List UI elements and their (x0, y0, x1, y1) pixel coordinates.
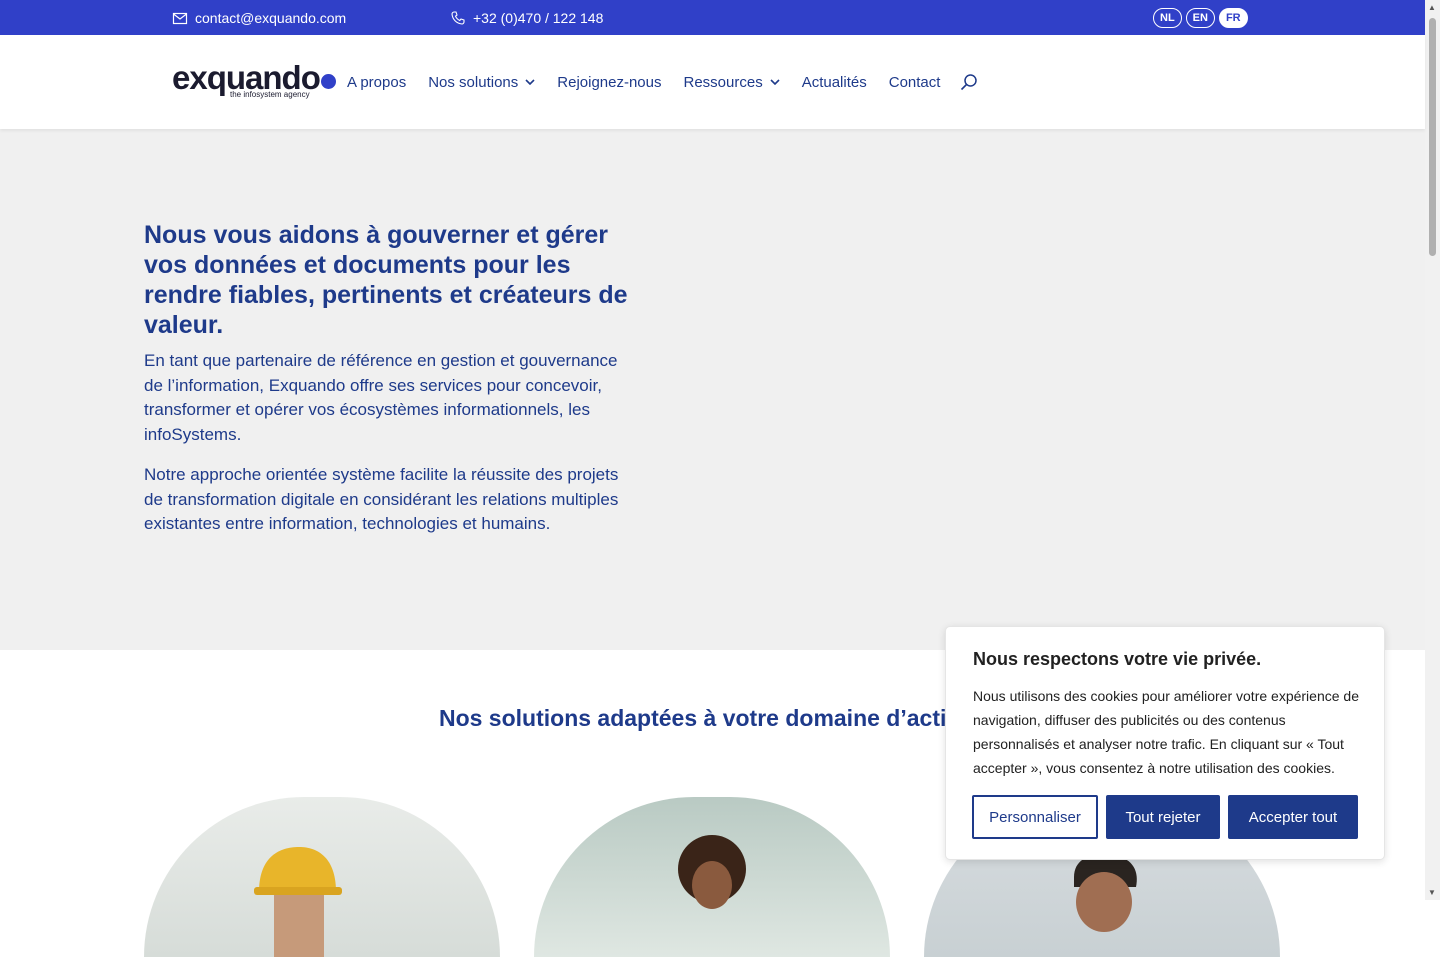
site-header: exquando the infosystem agency A propos … (0, 35, 1425, 129)
nav-label: A propos (347, 73, 407, 91)
nav-label: Rejoignez-nous (557, 73, 662, 91)
nav-label: Actualités (801, 73, 867, 91)
worker-photo (254, 847, 342, 957)
phone-icon (451, 10, 465, 25)
chevron-down-icon (525, 79, 535, 85)
nav-label: Ressources (683, 73, 763, 91)
cookie-title: Nous respectons votre vie privée. (973, 649, 1262, 669)
scroll-down-arrow[interactable]: ▼ (1428, 888, 1436, 897)
search-icon[interactable] (960, 73, 978, 91)
email-link[interactable]: contact@exquando.com (172, 0, 346, 35)
nav-item-rejoignez-nous[interactable]: Rejoignez-nous (557, 74, 661, 91)
email-icon (172, 12, 188, 24)
nav-item-a-propos[interactable]: A propos (347, 74, 406, 91)
language-switcher: NL EN FR (1153, 8, 1248, 28)
nav-item-ressources[interactable]: Ressources (684, 74, 780, 91)
main-nav: A propos Nos solutions Rejoignez-nous Re… (347, 35, 978, 129)
accept-all-button[interactable]: Accepter tout (1228, 795, 1358, 839)
woman-photo (678, 835, 746, 909)
lang-nl[interactable]: NL (1153, 8, 1182, 28)
nav-label: Nos solutions (428, 73, 519, 91)
logo-tagline: the infosystem agency (230, 90, 310, 99)
logo[interactable]: exquando the infosystem agency (172, 61, 336, 99)
customize-button[interactable]: Personnaliser (972, 795, 1098, 839)
chevron-down-icon (770, 79, 780, 85)
hero-paragraph-1: En tant que partenaire de référence en g… (144, 351, 618, 444)
solution-card-business[interactable] (534, 797, 890, 957)
lang-en[interactable]: EN (1185, 8, 1215, 28)
logo-dot (320, 74, 336, 89)
top-bar: contact@exquando.com +32 (0)470 / 122 14… (0, 0, 1425, 35)
hero-paragraph-2: Notre approche orientée système facilite… (144, 465, 619, 533)
page-scrollbar[interactable]: ▲ ▼ (1425, 0, 1440, 900)
cookie-text: Nous utilisons des cookies pour améliore… (973, 688, 1359, 776)
cookie-consent-banner: Nous respectons votre vie privée. Nous u… (945, 626, 1385, 860)
lang-fr[interactable]: FR (1218, 8, 1248, 28)
nav-item-contact[interactable]: Contact (889, 74, 941, 91)
reject-all-button[interactable]: Tout rejeter (1106, 795, 1220, 839)
nav-label: Contact (888, 73, 941, 91)
hero-title: Nous vous aidons à gouverner et gérer vo… (144, 221, 628, 339)
phone-link[interactable]: +32 (0)470 / 122 148 (450, 0, 603, 35)
email-text: contact@exquando.com (195, 9, 347, 26)
nav-item-actualites[interactable]: Actualités (802, 74, 867, 91)
hero-section: Nous vous aidons à gouverner et gérer vo… (0, 129, 1425, 650)
scroll-up-arrow[interactable]: ▲ (1428, 3, 1436, 12)
nav-item-nos-solutions[interactable]: Nos solutions (428, 74, 535, 91)
phone-text: +32 (0)470 / 122 148 (473, 9, 604, 26)
scrollbar-thumb[interactable] (1429, 18, 1436, 256)
solution-card-construction[interactable] (144, 797, 500, 957)
